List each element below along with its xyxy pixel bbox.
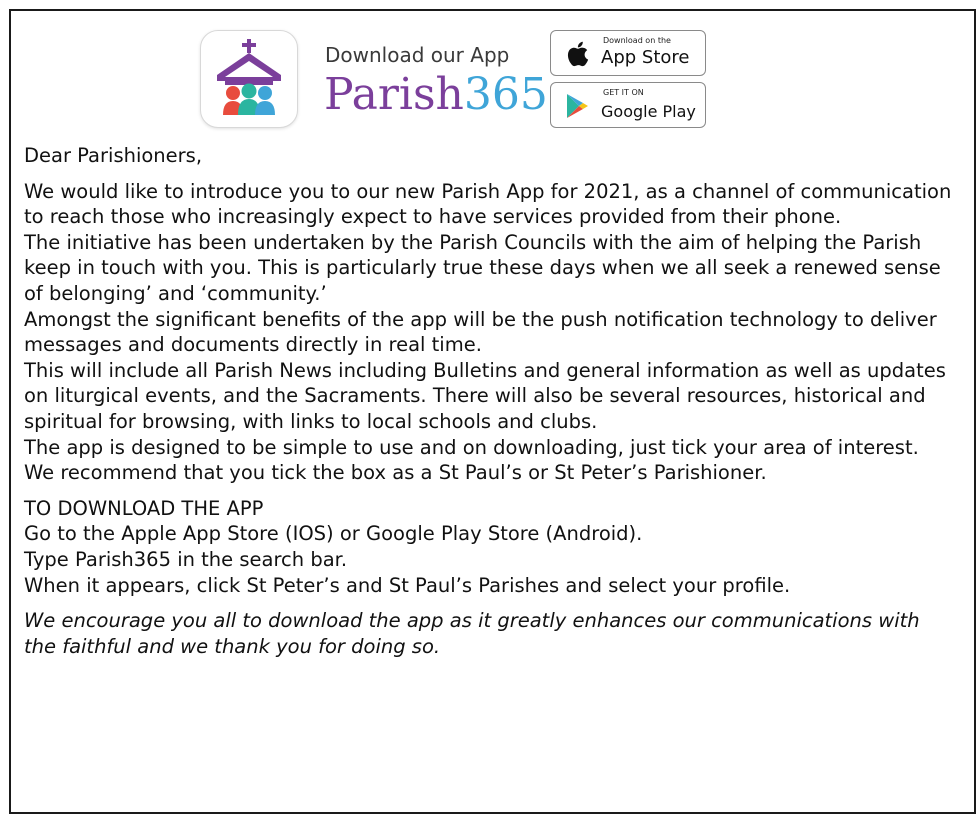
google-badge-label: Google Play — [601, 102, 696, 121]
google-play-badge[interactable]: GET IT ON Google Play — [550, 82, 706, 128]
closing-note: We encourage you all to download the app… — [24, 609, 920, 658]
paragraph-usage: The app is designed to be simple to use … — [24, 435, 919, 485]
google-play-icon — [565, 92, 589, 125]
paragraph-initiative: The initiative has been undertaken by th… — [24, 230, 941, 305]
apple-badge-label: App Store — [601, 47, 690, 68]
apple-icon — [565, 40, 589, 73]
greeting: Dear Parishioners, — [24, 144, 203, 167]
google-badge-small-text: GET IT ON — [603, 88, 644, 97]
download-banner: Download our App Parish365 Download on t… — [200, 30, 720, 130]
download-step: Go to the Apple App Store (IOS) or Googl… — [24, 522, 643, 546]
download-step: When it appears, click St Peter’s and St… — [24, 573, 791, 597]
download-tagline: Download our App — [325, 43, 510, 67]
paragraph-intro: We would like to introduce you to our ne… — [24, 179, 952, 229]
brand-name-365: 365 — [463, 69, 548, 120]
paragraph-benefits: Amongst the significant benefits of the … — [24, 307, 937, 357]
paragraph-content: This will include all Parish News includ… — [24, 358, 946, 433]
brand-name: Parish365 — [324, 70, 548, 120]
download-heading: TO DOWNLOAD THE APP — [24, 496, 264, 520]
apple-badge-small-text: Download on the — [603, 36, 671, 45]
app-store-badge[interactable]: Download on the App Store — [550, 30, 706, 76]
parish365-app-icon[interactable] — [200, 30, 298, 128]
brand-name-parish: Parish — [324, 69, 464, 120]
letter-body: Dear Parishioners, We would like to intr… — [24, 143, 954, 659]
download-step: Type Parish365 in the search bar. — [24, 547, 348, 571]
